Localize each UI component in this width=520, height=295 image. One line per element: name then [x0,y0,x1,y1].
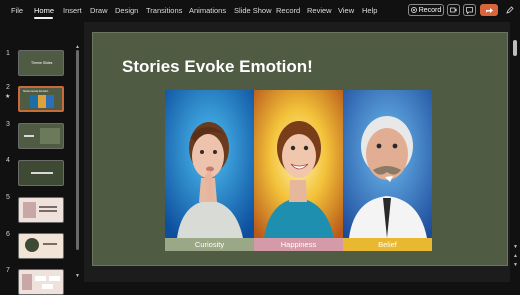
caption-belief: Belief [343,238,432,251]
slide-title[interactable]: Stories Evoke Emotion! [122,57,313,77]
slide-thumbnail-1[interactable]: Theme Slides [18,50,64,76]
thumbnail-box [22,274,32,290]
slide-thumbnail-2[interactable]: Stories Evoke Emotion [18,86,64,112]
belief-portrait [343,90,432,238]
thumbnail-photo [38,95,46,108]
slide-number: 5 [6,194,10,201]
pen-icon [505,6,514,14]
camera-button[interactable] [447,4,460,16]
thumbnail-text-line [31,172,53,174]
slide-thumbnail-3[interactable] [18,123,64,149]
tab-record[interactable]: Record [276,6,300,15]
thumbnail-title: Stories Evoke Emotion [23,90,49,93]
photo-happiness[interactable] [254,90,343,238]
slide-thumbnail-4[interactable] [18,160,64,186]
slide-thumbnail-6[interactable] [18,233,64,259]
thumbnail-box [40,128,60,144]
caption-happiness: Happiness [254,238,343,251]
slide-number: 4 [6,157,10,164]
ribbon: File Home Insert Draw Design Transitions… [0,0,520,22]
thumbnail-box [49,276,60,281]
tab-home[interactable]: Home [34,6,54,15]
slide-thumbnail-5[interactable] [18,197,64,223]
record-button[interactable]: Record [408,4,444,16]
photo-belief[interactable] [343,90,432,238]
thumbnail-photo [30,95,38,108]
scroll-down-arrow[interactable]: ▼ [513,244,518,250]
slide-number: 1 [6,50,10,57]
curiosity-portrait [165,90,254,238]
thumbnail-title: Theme Slides [31,61,53,65]
photo-curiosity[interactable] [165,90,254,238]
copilot-button[interactable] [503,4,516,16]
thumbnail-text-line [43,243,57,245]
tab-slide-show[interactable]: Slide Show [234,6,272,15]
record-button-label: Record [418,6,442,14]
scroll-down-arrow[interactable]: ▼ [75,273,80,279]
thumbnail-text-line [24,135,34,137]
tab-draw[interactable]: Draw [90,6,108,15]
comment-icon [466,6,473,14]
share-button[interactable] [480,4,498,16]
thumbnail-text-line [39,210,57,212]
slide-number: 7 [6,267,10,274]
tab-design[interactable]: Design [115,6,138,15]
slide-number: 3 [6,121,10,128]
thumbnail-text-line [39,206,57,208]
tab-file[interactable]: File [11,6,23,15]
thumbnail-photo [46,95,54,108]
tab-help[interactable]: Help [362,6,377,15]
thumbnail-box [35,276,46,281]
star-icon: ★ [5,94,11,100]
share-icon [485,7,493,13]
slide-thumbnail-pane: 1 Theme Slides 2 ★ Stories Evoke Emotion… [0,22,84,295]
tab-view[interactable]: View [338,6,354,15]
happiness-portrait [254,90,343,238]
thumbnail-box [42,284,53,289]
comments-button[interactable] [463,4,476,16]
tab-review[interactable]: Review [307,6,332,15]
thumbnail-scrollbar[interactable] [76,50,79,250]
slide-number: 2 [6,84,10,91]
record-icon [410,7,417,13]
tab-animations[interactable]: Animations [189,6,226,15]
previous-slide-arrow[interactable]: ▲ [513,253,518,259]
slide-thumbnail-7[interactable] [18,269,64,295]
thumbnail-box [23,202,36,218]
tab-insert[interactable]: Insert [63,6,82,15]
tab-transitions[interactable]: Transitions [146,6,182,15]
thumbnail-circle [25,238,39,252]
editor-scrollbar-thumb[interactable] [513,40,517,56]
caption-curiosity: Curiosity [165,238,254,251]
active-tab-indicator [34,17,53,19]
next-slide-arrow[interactable]: ▼ [513,262,518,268]
slide-number: 6 [6,231,10,238]
camera-icon [450,7,457,13]
editor-scrollbar[interactable] [510,22,520,282]
